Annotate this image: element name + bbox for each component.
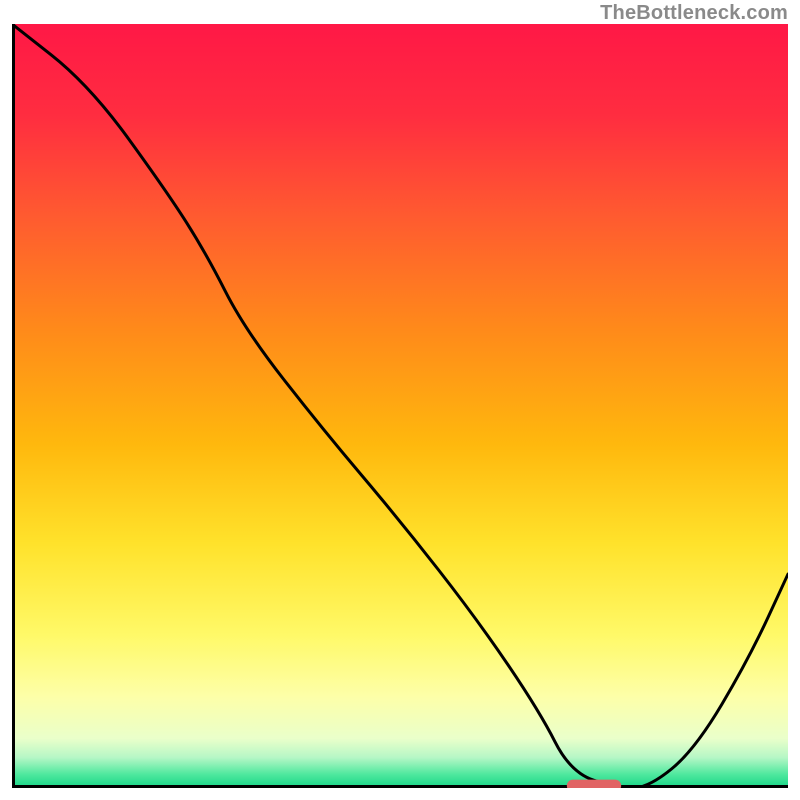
bottleneck-marker (567, 780, 621, 788)
chart-container (12, 24, 788, 788)
chart-svg (12, 24, 788, 788)
watermark-text: TheBottleneck.com (600, 2, 788, 25)
